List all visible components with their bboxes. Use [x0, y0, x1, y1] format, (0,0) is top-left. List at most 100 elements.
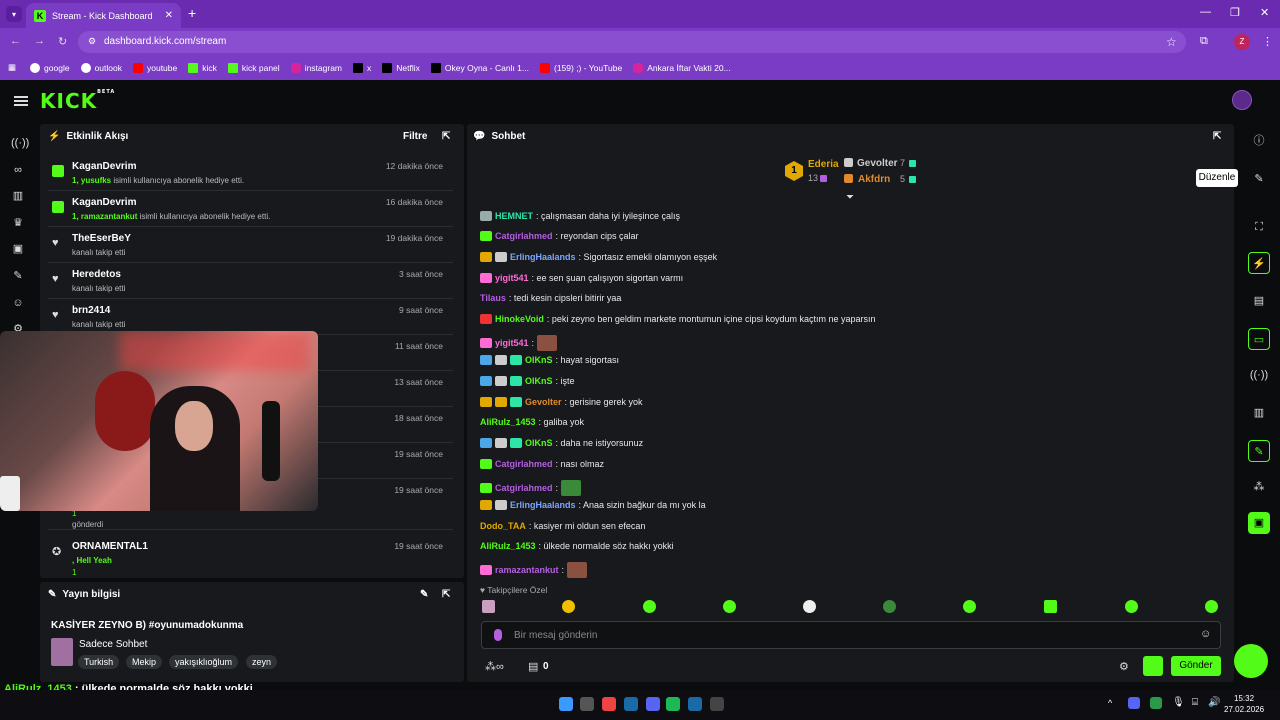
reload-icon[interactable]: ↻ — [58, 35, 67, 48]
chat-username[interactable]: OlKnS — [525, 376, 553, 386]
user-avatar[interactable] — [1232, 90, 1252, 110]
search-icon[interactable] — [580, 697, 594, 711]
volume-icon[interactable]: 🔊 — [1208, 697, 1220, 708]
activity-event[interactable]: KaganDevrim 12 dakika önce 1, yusufks is… — [48, 156, 453, 191]
chat-message[interactable]: Tilaus: tedi kesin cipsleri bitirir yaa — [480, 293, 621, 303]
broadcast-icon[interactable]: ((·)) — [1248, 364, 1270, 386]
emote[interactable] — [482, 600, 495, 613]
chat-message[interactable]: ErlingHaalands: Anaa sizin bağkur da mı … — [480, 500, 706, 510]
network-icon[interactable]: ⌸ — [1192, 697, 1198, 708]
bolt-icon[interactable]: ⚡ — [1248, 252, 1270, 274]
activity-event[interactable]: ♥ Heredetos 3 saat önce kanalı takip ett… — [48, 264, 453, 299]
bookmark-youtube-2[interactable]: (159) ;) - YouTube — [539, 62, 622, 73]
chat-username[interactable]: HinokeVoid — [495, 314, 544, 324]
spotify-icon[interactable] — [666, 697, 680, 711]
browser-menu-icon[interactable]: ⋮ — [1262, 35, 1273, 48]
chat-username[interactable]: Gevolter — [525, 397, 562, 407]
chat-message[interactable]: Dodo_TAA: kasiyer mi oldun sen efecan — [480, 521, 645, 531]
chat-username[interactable]: yigit541 — [495, 338, 529, 348]
kick-logo[interactable]: KICKBETA — [40, 89, 115, 113]
emote[interactable] — [1125, 600, 1138, 613]
emote[interactable] — [562, 600, 575, 613]
popout-icon[interactable]: ⇱ — [442, 131, 450, 142]
popout-icon[interactable]: ⇱ — [1213, 131, 1221, 142]
chat-username[interactable]: Tilaus — [480, 293, 506, 303]
close-tab-icon[interactable]: ✕ — [165, 10, 173, 21]
chat-message[interactable]: yigit541: — [480, 335, 558, 351]
trophy-icon[interactable]: ♛ — [11, 216, 25, 230]
chat-message[interactable]: OlKnS: daha ne istiyorsunuz — [480, 438, 643, 448]
chat-username[interactable]: OlKnS — [525, 355, 553, 365]
chat-username[interactable]: AliRulz_1453 — [480, 417, 536, 427]
emoji-icon[interactable]: ☺ — [1200, 628, 1211, 640]
activity-event[interactable]: ♥ TheEserBeY 19 dakika önce kanalı takip… — [48, 228, 453, 263]
emote[interactable] — [883, 600, 896, 613]
help-chat-button[interactable] — [1234, 644, 1268, 678]
activity-event[interactable]: ✪ ORNAMENTAL1 19 saat önce , Hell Yeah 1 — [48, 536, 453, 577]
edit-icon[interactable]: ✎ — [1248, 168, 1270, 190]
bookmark-okey[interactable]: Okey Oyna - Canlı 1... — [430, 62, 529, 73]
popout-icon[interactable]: ⇱ — [442, 589, 450, 600]
chat-message[interactable]: Gevolter: gerisine gerek yok — [480, 397, 643, 407]
chat-icon[interactable]: ▭ — [1248, 328, 1270, 350]
emote[interactable] — [1044, 600, 1057, 613]
chat-message[interactable]: Catgirlahmed: nası olmaz — [480, 459, 604, 469]
browser-tab[interactable]: K Stream - Kick Dashboard ✕ — [26, 3, 181, 28]
start-icon[interactable] — [559, 697, 573, 711]
video-icon[interactable]: ▣ — [11, 242, 25, 256]
chat-message[interactable]: ErlingHaalands: Sigortasız emekli olamıy… — [480, 252, 717, 262]
extensions-icon[interactable]: ⧉ — [1200, 35, 1208, 48]
chrome-icon[interactable] — [602, 697, 616, 711]
activity-event[interactable]: ♥ brn2414 9 saat önce kanalı takip etti — [48, 300, 453, 335]
microphone-icon[interactable] — [494, 629, 502, 641]
emote[interactable] — [803, 600, 816, 613]
bookmark-star-icon[interactable]: ☆ — [1166, 35, 1177, 49]
bookmark-youtube[interactable]: youtube — [132, 62, 177, 73]
chat-username[interactable]: Catgirlahmed — [495, 231, 553, 241]
bookmark-outlook[interactable]: outlook — [80, 62, 122, 73]
bookmark-x[interactable]: x — [353, 62, 371, 73]
chat-message[interactable]: HEMNET: çalışmasan daha iyi iyileşince ç… — [480, 211, 680, 221]
kick-bot-icon[interactable]: ▣ — [1248, 512, 1270, 534]
send-button[interactable]: Gönder — [1171, 656, 1221, 676]
chat-username[interactable]: ErlingHaalands — [510, 252, 576, 262]
activity-event[interactable]: KaganDevrim 16 dakika önce 1, ramazantan… — [48, 192, 453, 227]
tray-app-icon[interactable] — [1150, 697, 1162, 709]
bookmark-netflix[interactable]: Netflix — [382, 62, 420, 73]
obs-icon[interactable] — [710, 697, 724, 711]
chat-username[interactable]: yigit541 — [495, 273, 529, 283]
site-info-icon[interactable]: ⚙ — [88, 36, 96, 47]
emote[interactable] — [1205, 600, 1218, 613]
emote[interactable] — [643, 600, 656, 613]
chat-username[interactable]: AliRulz_1453 — [480, 541, 536, 551]
chat-username[interactable]: ErlingHaalands — [510, 500, 576, 510]
gift-leaderboard[interactable]: 1 Ederia 13 Gevolter 7 Akfdrn 5 — [785, 156, 925, 190]
taskbar-clock[interactable]: 15:32 27.02.2026 — [1224, 693, 1264, 715]
discord-tray-icon[interactable] — [1128, 697, 1140, 709]
users-icon[interactable]: ☺ — [11, 296, 25, 310]
chat-username[interactable]: Catgirlahmed — [495, 483, 553, 493]
forward-icon[interactable]: → — [34, 35, 45, 47]
kick-bot-icon[interactable] — [1143, 656, 1163, 676]
chat-username[interactable]: ramazantankut — [495, 565, 559, 575]
chat-message[interactable]: AliRulz_1453: ülkede normalde söz hakkı … — [480, 541, 674, 551]
edit-icon[interactable]: ✎ — [420, 589, 428, 600]
new-tab-icon[interactable]: + — [188, 5, 196, 21]
expand-leaderboard-icon[interactable]: ⏷ — [846, 192, 854, 203]
chat-message[interactable]: OlKnS: hayat sigortası — [480, 355, 619, 365]
chat-settings-icon[interactable]: ⚙ — [1119, 660, 1129, 673]
apps-icon[interactable]: ⁂ — [1248, 476, 1270, 498]
chat-username[interactable]: OlKnS — [525, 438, 553, 448]
chat-message[interactable]: HinokeVoid: peki zeyno ben geldim market… — [480, 314, 876, 324]
steam-icon[interactable] — [688, 697, 702, 711]
filter-button[interactable]: Filtre — [403, 131, 427, 142]
maximize-icon[interactable]: ❐ — [1230, 6, 1240, 19]
chat-message[interactable]: Catgirlahmed: — [480, 480, 582, 496]
back-icon[interactable]: ← — [10, 35, 21, 47]
chat-message[interactable]: OlKnS: işte — [480, 376, 575, 386]
bookmark-google[interactable]: google — [30, 62, 70, 73]
apps-icon[interactable]: ▦ — [8, 62, 16, 73]
emote[interactable] — [723, 600, 736, 613]
tag[interactable]: zeyn — [246, 655, 278, 669]
emote[interactable] — [963, 600, 976, 613]
